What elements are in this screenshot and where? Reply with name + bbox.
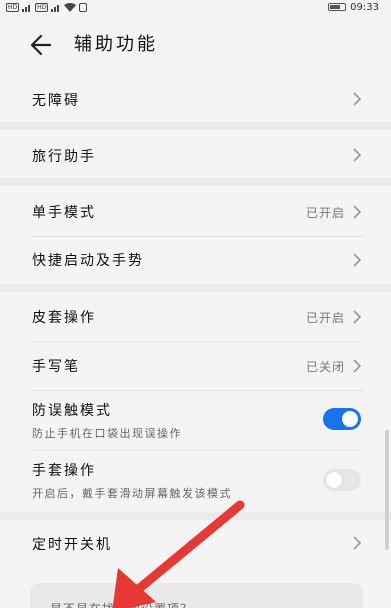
chevron-right-icon (353, 536, 362, 550)
hd-badge-2: HD (35, 2, 49, 12)
status-time: 09:33 (350, 1, 379, 13)
row-separator (32, 341, 363, 342)
row-separator (32, 390, 363, 391)
signal-icon-2 (51, 4, 60, 12)
setting-label: 快捷启动及手势 (32, 253, 144, 269)
setting-value: 已开启 (305, 311, 345, 325)
setting-one-handed-mode[interactable]: 单手模式 已开启 (0, 190, 391, 234)
suggestion-card[interactable]: 是不是在找其他设置项？ (30, 583, 363, 608)
accidental-touch-toggle[interactable] (323, 408, 361, 430)
hd-badge: HD (6, 2, 20, 12)
setting-shortcuts-gestures[interactable]: 快捷启动及手势 (0, 238, 391, 282)
toggle-knob (326, 472, 342, 488)
wifi-icon (64, 2, 77, 12)
setting-label: 旅行助手 (32, 149, 96, 165)
glove-mode-toggle[interactable] (323, 469, 361, 491)
setting-scheduled-power[interactable]: 定时开关机 (0, 522, 391, 566)
chevron-right-icon (353, 205, 362, 219)
signal-icon (22, 4, 31, 12)
chevron-right-icon (353, 359, 362, 373)
chevron-right-icon (353, 92, 362, 106)
setting-handwriting-pen[interactable]: 手写笔 已关闭 (0, 344, 391, 388)
page-title: 辅助功能 (74, 34, 158, 55)
setting-label: 定时开关机 (32, 537, 112, 553)
setting-label: 皮套操作 (32, 310, 96, 326)
setting-label: 手套操作 (32, 463, 96, 479)
battery-icon (328, 3, 347, 11)
setting-glove-mode[interactable]: 手套操作 开启后，戴手套滑动屏幕触发该模式 (0, 454, 391, 510)
chevron-right-icon (353, 253, 362, 267)
status-left: HD HD (6, 1, 88, 13)
setting-description: 防止手机在口袋出现误操作 (32, 427, 182, 440)
setting-label: 无障碍 (32, 93, 80, 109)
setting-accidental-touch[interactable]: 防误触模式 防止手机在口袋出现误操作 (0, 394, 391, 448)
row-separator (32, 236, 363, 237)
suggestion-text: 是不是在找其他设置项？ (50, 600, 193, 608)
section-divider (0, 122, 391, 130)
status-right: 09:33 (328, 0, 379, 14)
setting-label: 防误触模式 (32, 403, 112, 419)
setting-value: 已开启 (305, 206, 345, 220)
chevron-right-icon (353, 310, 362, 324)
setting-label: 手写笔 (32, 359, 80, 375)
status-bar: HD HD 09:33 (0, 0, 391, 14)
setting-accessibility[interactable]: 无障碍 (0, 78, 391, 120)
setting-travel-assistant[interactable]: 旅行助手 (0, 134, 391, 176)
back-arrow-icon[interactable] (26, 32, 56, 58)
toggle-knob (342, 411, 358, 427)
chevron-right-icon (353, 148, 362, 162)
nfc-icon (79, 2, 88, 12)
setting-value: 已关闭 (305, 360, 345, 374)
setting-description: 开启后，戴手套滑动屏幕触发该模式 (32, 487, 232, 500)
page-header: 辅助功能 (0, 22, 391, 68)
section-divider (0, 284, 391, 292)
row-separator (32, 450, 363, 451)
scrollbar[interactable] (385, 430, 389, 550)
section-divider (0, 512, 391, 520)
setting-holster-operation[interactable]: 皮套操作 已开启 (0, 296, 391, 340)
setting-label: 单手模式 (32, 205, 96, 221)
section-divider (0, 178, 391, 186)
